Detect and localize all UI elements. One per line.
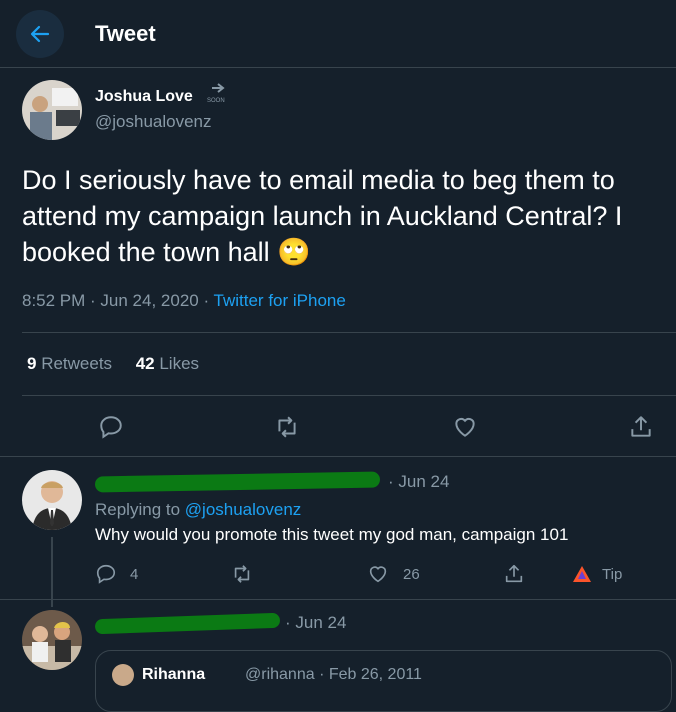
reply-share-button[interactable] <box>503 561 525 587</box>
reply-like-button[interactable]: 26 <box>367 561 420 587</box>
author-name[interactable]: Joshua Love <box>95 88 193 106</box>
like-count: 26 <box>403 565 420 583</box>
reply-icon <box>100 416 122 439</box>
replying-handle[interactable]: @joshualovenz <box>185 500 302 519</box>
likes-label: Likes <box>154 354 200 373</box>
author-handle[interactable]: @joshualovenz <box>95 112 212 132</box>
tweet-stats: 9 Retweets 42 Likes <box>27 354 199 374</box>
actions-divider <box>0 456 676 457</box>
back-arrow-icon <box>30 25 50 43</box>
reply-avatar[interactable] <box>22 470 82 530</box>
replying-prefix: Replying to <box>95 500 185 519</box>
tip-label: Tip <box>602 565 623 583</box>
share-icon <box>505 564 523 583</box>
redacted-name <box>94 612 281 635</box>
retweets-label: Retweets <box>36 354 113 373</box>
back-button[interactable] <box>16 10 64 58</box>
quote-handle: @rihanna · Feb 26, 2011 <box>245 666 422 683</box>
quote-author-name: Rihanna <box>142 666 206 683</box>
tweet-meta: 8:52 PM · Jun 24, 2020 · Twitter for iPh… <box>22 291 346 311</box>
eye-roll-emoji: 🙄 <box>277 237 311 267</box>
reply-count: 4 <box>130 565 139 583</box>
like-icon <box>455 417 475 437</box>
author-avatar[interactable] <box>22 80 82 140</box>
like-icon <box>369 566 387 583</box>
reply-text: Why would you promote this tweet my god … <box>95 525 569 544</box>
reply-icon <box>96 564 116 584</box>
retweet-button[interactable] <box>268 408 306 446</box>
retweet-icon <box>234 565 250 583</box>
header-divider <box>0 67 676 68</box>
replying-to: Replying to @joshualovenz <box>95 500 301 520</box>
likes-count: 42 <box>135 354 155 373</box>
tip-icon <box>573 566 591 582</box>
reply-retweet-button[interactable] <box>230 561 254 587</box>
badge-icon: SOON <box>206 82 232 104</box>
reply-reply-button[interactable]: 4 <box>95 561 138 587</box>
stats-divider <box>22 395 676 396</box>
tweet-text: Do I seriously have to email media to be… <box>22 162 667 270</box>
share-button[interactable] <box>622 408 660 446</box>
thread-line <box>51 537 53 607</box>
share-icon <box>631 416 651 437</box>
quote-avatar <box>112 664 134 686</box>
redacted-name <box>94 471 381 493</box>
page-title: Tweet <box>95 21 156 46</box>
badge-text: SOON <box>207 98 225 104</box>
tweet-source[interactable]: Twitter for iPhone <box>214 291 346 310</box>
meta-divider <box>22 332 676 333</box>
reply-avatar[interactable] <box>22 610 82 670</box>
tweet-timestamp[interactable]: 8:52 PM · Jun 24, 2020 · <box>22 291 214 310</box>
like-button[interactable] <box>446 408 484 446</box>
tweet-text-body: Do I seriously have to email media to be… <box>22 165 623 267</box>
retweets-link[interactable]: 9 Retweets <box>27 354 112 373</box>
reply-button[interactable] <box>92 408 130 446</box>
reply-divider <box>0 599 676 600</box>
reply-date[interactable]: · Jun 24 <box>388 472 449 492</box>
tip-button[interactable]: Tip <box>572 561 622 587</box>
reply-date[interactable]: · Jun 24 <box>285 613 346 633</box>
retweet-icon <box>278 416 296 438</box>
likes-link[interactable]: 42 Likes <box>136 354 199 373</box>
